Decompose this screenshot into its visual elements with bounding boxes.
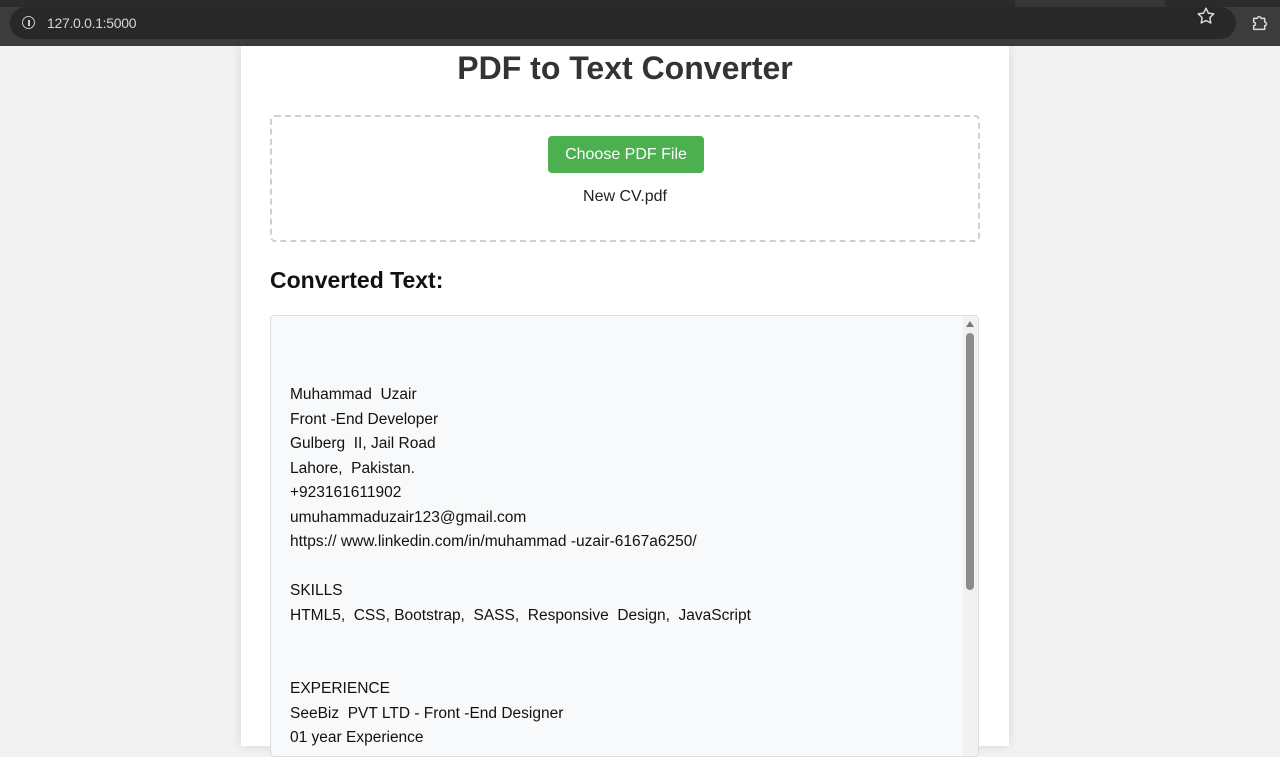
output-scrollbar[interactable] — [963, 316, 978, 756]
tab-strip-segment — [1015, 0, 1165, 7]
puzzle-icon[interactable] — [1250, 12, 1272, 34]
choose-pdf-button[interactable]: Choose PDF File — [548, 136, 704, 173]
upload-dropzone[interactable]: Choose PDF File New CV.pdf — [270, 115, 980, 242]
converter-card: PDF to Text Converter Choose PDF File Ne… — [241, 46, 1009, 757]
converted-text-output[interactable]: Muhammad Uzair Front -End Developer Gulb… — [270, 315, 979, 757]
star-icon[interactable] — [1195, 5, 1217, 27]
address-bar[interactable]: 127.0.0.1:5000 — [10, 7, 1236, 39]
converted-text-heading: Converted Text: — [270, 267, 444, 293]
scroll-thumb[interactable] — [966, 333, 974, 590]
selected-file-name: New CV.pdf — [583, 188, 667, 205]
info-icon[interactable] — [22, 16, 35, 29]
tab-strip — [0, 0, 1280, 7]
browser-toolbar: 127.0.0.1:5000 — [0, 0, 1280, 46]
converted-text-content: Muhammad Uzair Front -End Developer Gulb… — [290, 386, 751, 746]
url-text[interactable]: 127.0.0.1:5000 — [47, 15, 137, 31]
page-title: PDF to Text Converter — [457, 50, 793, 86]
scroll-up-arrow-icon[interactable] — [966, 321, 974, 327]
